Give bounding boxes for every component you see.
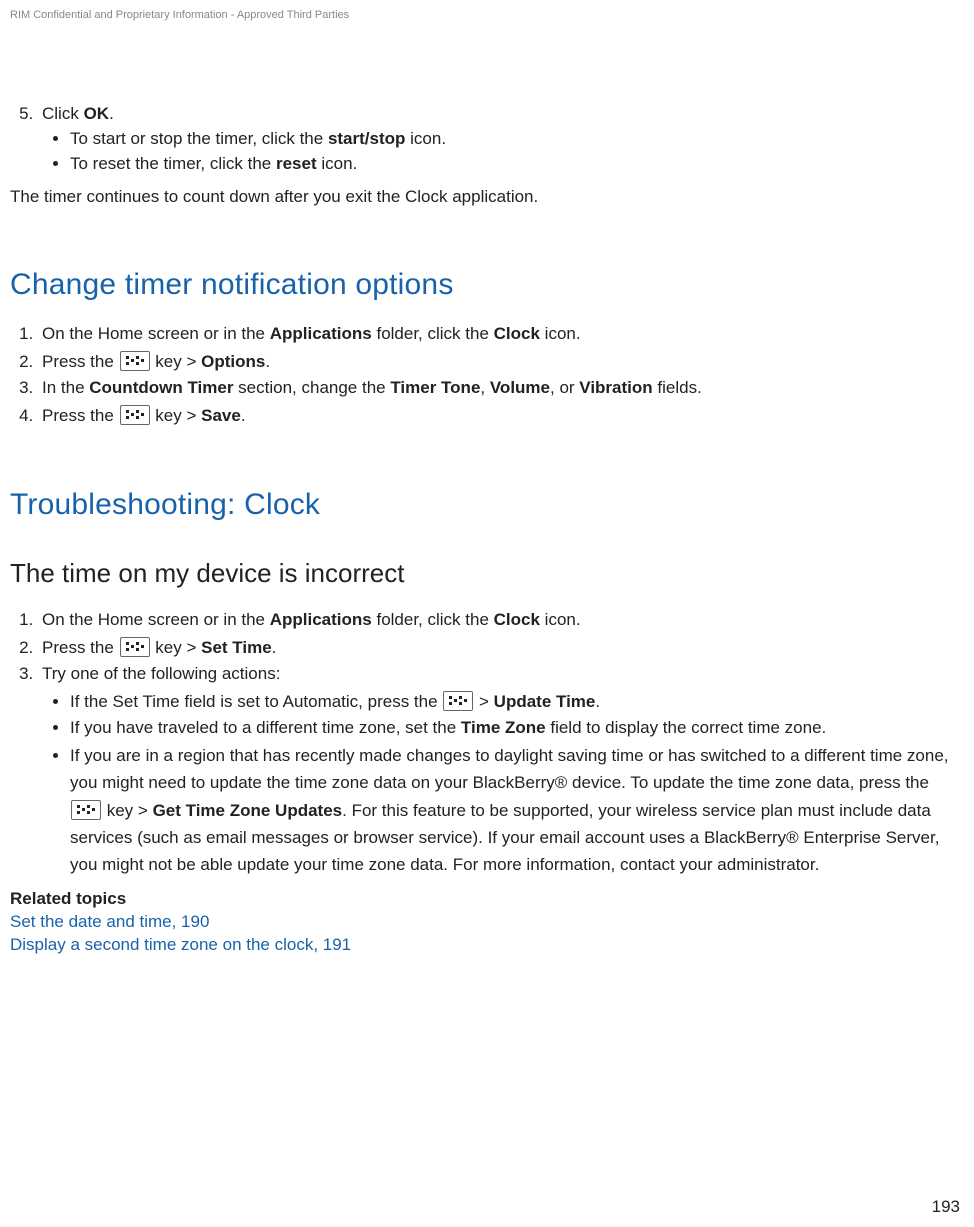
trouble-b1-post: .	[595, 692, 600, 711]
change-s2-post: .	[265, 352, 270, 371]
trouble-b2-post: field to display the correct time zone.	[546, 718, 827, 737]
trouble-s2-pre: Press the	[42, 638, 119, 657]
trouble-s1-post: icon.	[540, 610, 581, 629]
intro-b2-bold: reset	[276, 154, 317, 173]
intro-bullet-2: To reset the timer, click the reset icon…	[70, 153, 958, 176]
related-link-second-time-zone[interactable]: Display a second time zone on the clock,…	[10, 934, 958, 957]
trouble-b1-pre: If the Set Time field is set to Automati…	[70, 692, 442, 711]
related-link-set-date-time[interactable]: Set the date and time, 190	[10, 911, 958, 934]
trouble-s1-b2: Clock	[494, 610, 540, 629]
trouble-bullet-3: If you are in a region that has recently…	[70, 742, 958, 878]
step-5: Click OK.	[38, 103, 958, 126]
trouble-step-3: Try one of the following actions:	[38, 663, 958, 686]
step5-post: .	[109, 104, 114, 123]
intro-para: The timer continues to count down after …	[10, 186, 958, 209]
change-s1-pre: On the Home screen or in the	[42, 324, 270, 343]
trouble-b1-b: Update Time	[494, 692, 596, 711]
subheading-time-incorrect: The time on my device is incorrect	[10, 556, 958, 591]
change-step-3: In the Countdown Timer section, change t…	[38, 377, 958, 400]
trouble-b2-b: Time Zone	[461, 718, 546, 737]
trouble-bullet-1: If the Set Time field is set to Automati…	[70, 688, 958, 715]
intro-b2-post: icon.	[317, 154, 358, 173]
change-s3-b2: Timer Tone	[390, 378, 480, 397]
change-s1-post: icon.	[540, 324, 581, 343]
change-s4-b: Save	[201, 406, 241, 425]
blackberry-key-icon	[443, 691, 473, 711]
trouble-s1-mid: folder, click the	[372, 610, 494, 629]
intro-b1-post: icon.	[405, 129, 446, 148]
change-s2-mid: key >	[151, 352, 202, 371]
trouble-bullets: If the Set Time field is set to Automati…	[10, 688, 958, 878]
change-s3-b1: Countdown Timer	[89, 378, 233, 397]
trouble-b2-pre: If you have traveled to a different time…	[70, 718, 461, 737]
change-s3-mid3: , or	[550, 378, 579, 397]
trouble-step-1: On the Home screen or in the Application…	[38, 609, 958, 632]
change-s2-b: Options	[201, 352, 265, 371]
trouble-b1-mid: >	[474, 692, 493, 711]
blackberry-key-icon	[120, 637, 150, 657]
change-step-2: Press the key > Options.	[38, 348, 958, 375]
intro-b1-pre: To start or stop the timer, click the	[70, 129, 328, 148]
confidential-header: RIM Confidential and Proprietary Informa…	[10, 8, 964, 23]
heading-troubleshooting: Troubleshooting: Clock	[10, 485, 958, 526]
change-s3-post: fields.	[653, 378, 702, 397]
change-s1-b1: Applications	[270, 324, 372, 343]
trouble-s2-post: .	[272, 638, 277, 657]
change-steps: On the Home screen or in the Application…	[10, 323, 958, 429]
change-s3-mid1: section, change the	[233, 378, 390, 397]
change-s3-b3: Volume	[490, 378, 550, 397]
change-s1-mid: folder, click the	[372, 324, 494, 343]
step5-bold: OK	[84, 104, 110, 123]
page-number: 193	[932, 1196, 960, 1219]
change-s3-mid2: ,	[480, 378, 489, 397]
step5-pre: Click	[42, 104, 84, 123]
intro-b2-pre: To reset the timer, click the	[70, 154, 276, 173]
blackberry-key-icon	[120, 405, 150, 425]
change-s4-post: .	[241, 406, 246, 425]
change-s4-pre: Press the	[42, 406, 119, 425]
intro-bullet-1: To start or stop the timer, click the st…	[70, 128, 958, 151]
change-step-1: On the Home screen or in the Application…	[38, 323, 958, 346]
blackberry-key-icon	[120, 351, 150, 371]
trouble-s2-mid: key >	[151, 638, 202, 657]
trouble-s1-pre: On the Home screen or in the	[42, 610, 270, 629]
intro-ordered-list: Click OK.	[10, 103, 958, 126]
change-s4-mid: key >	[151, 406, 202, 425]
trouble-bullet-2: If you have traveled to a different time…	[70, 717, 958, 740]
trouble-step-2: Press the key > Set Time.	[38, 634, 958, 661]
page-content: Click OK. To start or stop the timer, cl…	[10, 103, 964, 957]
trouble-steps: On the Home screen or in the Application…	[10, 609, 958, 686]
intro-bullets: To start or stop the timer, click the st…	[10, 128, 958, 176]
change-s1-b2: Clock	[494, 324, 540, 343]
change-step-4: Press the key > Save.	[38, 402, 958, 429]
change-s2-pre: Press the	[42, 352, 119, 371]
heading-change-timer: Change timer notification options	[10, 265, 958, 306]
change-s3-pre: In the	[42, 378, 89, 397]
trouble-b3-b: Get Time Zone Updates	[153, 801, 343, 820]
blackberry-key-icon	[71, 800, 101, 820]
trouble-s2-b: Set Time	[201, 638, 272, 657]
trouble-b3-pre: If you are in a region that has recently…	[70, 746, 949, 792]
change-s3-b4: Vibration	[579, 378, 652, 397]
intro-b1-bold: start/stop	[328, 129, 405, 148]
document-page: RIM Confidential and Proprietary Informa…	[0, 0, 974, 1227]
related-topics-heading: Related topics	[10, 888, 958, 911]
trouble-b3-mid: key >	[102, 801, 153, 820]
trouble-s1-b1: Applications	[270, 610, 372, 629]
